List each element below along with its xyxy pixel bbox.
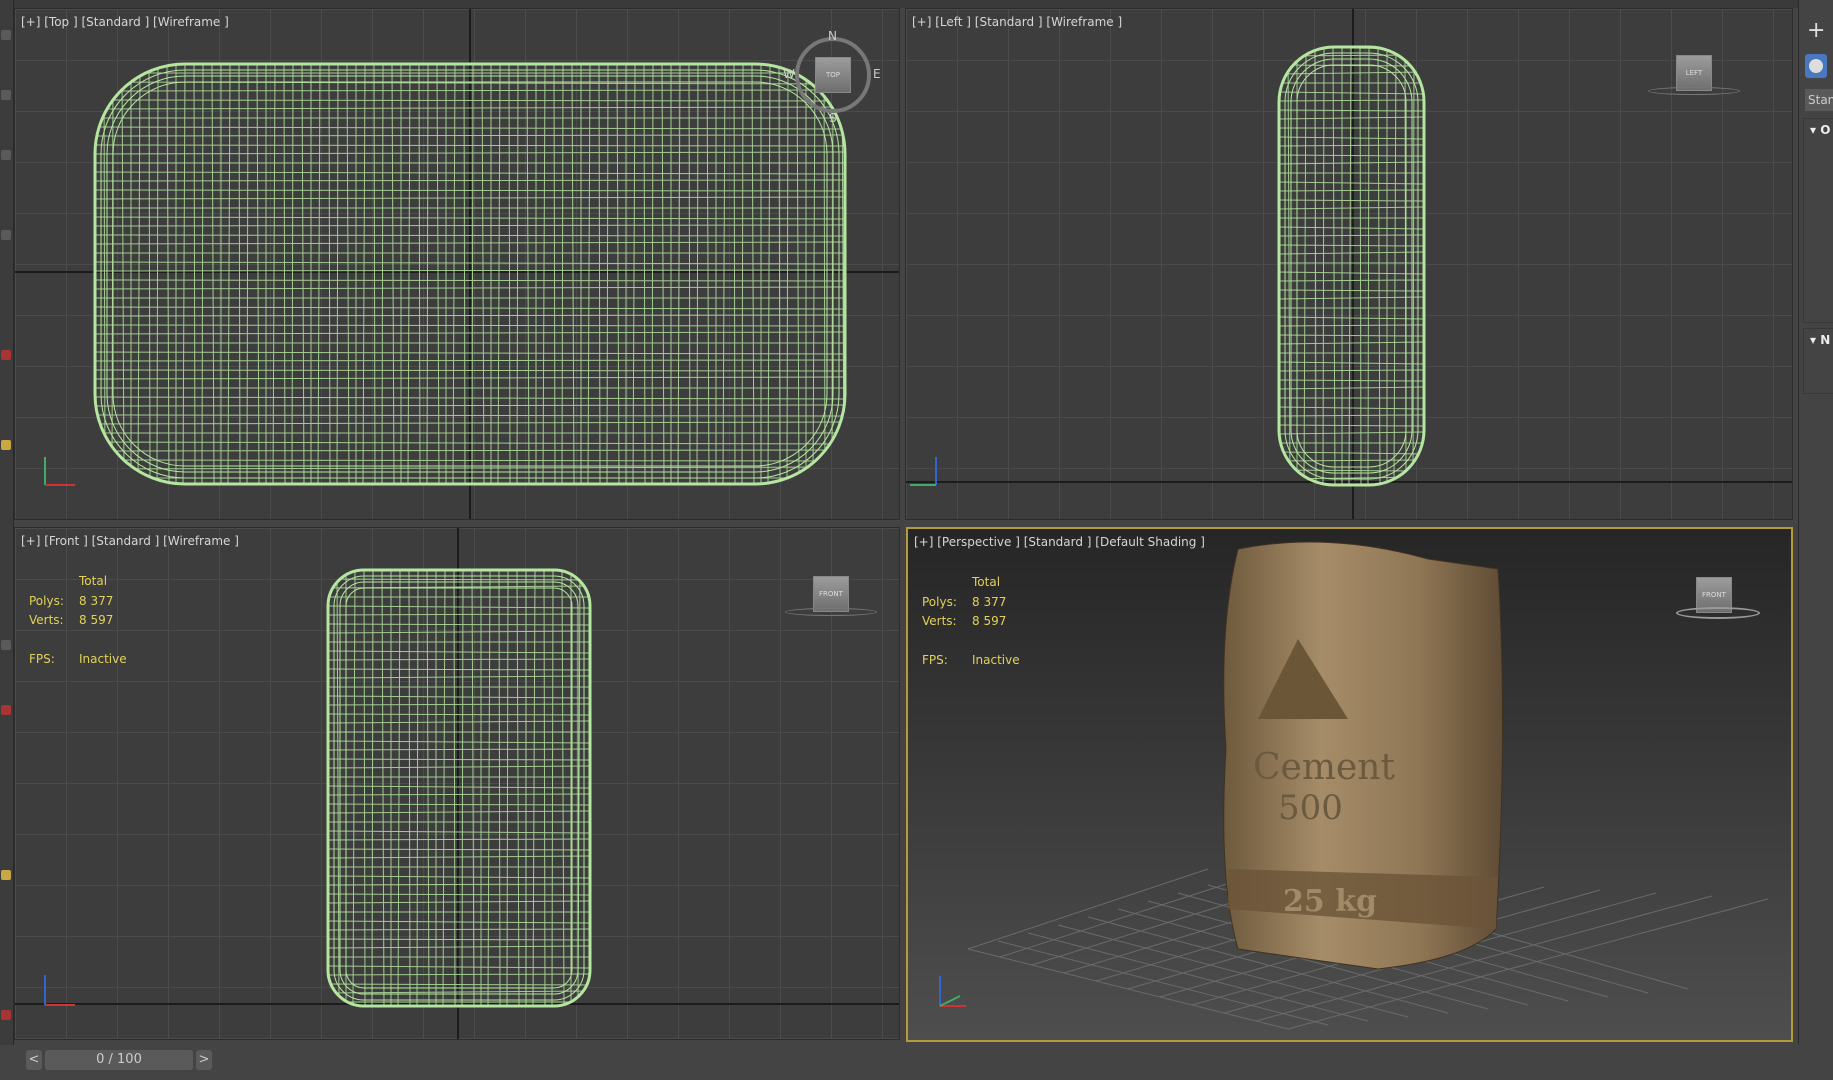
viewport-label[interactable]: [+] [Front ] [Standard ] [Wireframe ] — [21, 534, 239, 548]
rollout-object-type[interactable]: ▾ O — [1803, 118, 1833, 323]
rollout-title: N — [1820, 333, 1831, 347]
perspective-scene[interactable]: Cement 500 25 kg — [908, 529, 1793, 1042]
axis-gizmo-icon — [44, 975, 75, 1006]
prev-frame-button[interactable]: < — [26, 1050, 42, 1070]
compass-north: N — [828, 29, 837, 43]
polys-value: 8 377 — [972, 594, 1007, 609]
texture-text: 25 kg — [1283, 884, 1377, 919]
viewcube-face[interactable]: FRONT — [813, 576, 849, 612]
polys-label: Polys: — [29, 593, 64, 608]
viewcube[interactable]: LEFT — [1648, 55, 1740, 95]
viewport-top[interactable]: [+] [Top ] [Standard ] [Wireframe ] TOP … — [14, 8, 900, 520]
time-slider[interactable]: 0 / 100 — [45, 1050, 193, 1070]
compass-east: E — [873, 67, 881, 81]
tool-button[interactable] — [1, 150, 11, 160]
next-frame-button[interactable]: > — [196, 1050, 212, 1070]
polys-value: 8 377 — [79, 593, 114, 608]
stats-header: Total — [972, 575, 1001, 589]
tool-button[interactable] — [1, 230, 11, 240]
viewcube[interactable]: FRONT — [785, 576, 877, 616]
compass-west: W — [783, 67, 795, 81]
stats-overlay: Total Polys: 8 377 Verts: 8 597 FPS: Inacti… — [29, 572, 127, 669]
tool-button[interactable] — [1, 870, 11, 880]
top-strip — [14, 0, 1798, 8]
compass-south: S — [829, 111, 837, 125]
verts-label: Verts: — [922, 614, 957, 628]
texture-text: Cement — [1253, 747, 1395, 788]
create-tab-icon[interactable]: + — [1807, 20, 1825, 42]
tool-button[interactable] — [1, 350, 11, 360]
fps-value: Inactive — [79, 651, 127, 666]
viewport-left[interactable]: [+] [Left ] [Standard ] [Wireframe ] LEF… — [905, 8, 1793, 520]
wireframe-object[interactable] — [15, 9, 900, 520]
geometry-button[interactable] — [1805, 54, 1827, 78]
viewport-label[interactable]: [+] [Left ] [Standard ] [Wireframe ] — [912, 15, 1122, 29]
tool-button[interactable] — [1, 90, 11, 100]
viewport-label[interactable]: [+] [Top ] [Standard ] [Wireframe ] — [21, 15, 229, 29]
viewcube[interactable]: FRONT — [1676, 577, 1760, 619]
viewcube-face[interactable]: TOP — [815, 57, 851, 93]
axis-gizmo-icon — [44, 457, 75, 486]
polys-label: Polys: — [922, 594, 957, 609]
viewport-label[interactable]: [+] [Perspective ] [Standard ] [Default … — [914, 535, 1205, 549]
tool-button[interactable] — [1, 440, 11, 450]
fps-value: Inactive — [972, 652, 1020, 667]
axis-gizmo-icon — [910, 457, 937, 486]
viewport-perspective[interactable]: [+] [Perspective ] [Standard ] [Default … — [906, 527, 1793, 1042]
stats-header: Total — [79, 574, 108, 588]
viewcube-face[interactable]: LEFT — [1676, 55, 1712, 91]
timeline: < 0 / 100 > — [14, 1042, 1798, 1080]
left-toolbar — [0, 0, 14, 1045]
category-dropdown[interactable]: Stan — [1805, 89, 1833, 111]
fps-label: FPS: — [922, 652, 948, 667]
tool-button[interactable] — [1, 30, 11, 40]
viewcube[interactable]: TOP N S E W — [783, 29, 881, 125]
rollout-name-color[interactable]: ▾ N — [1803, 328, 1833, 394]
rollout-title: O — [1820, 123, 1831, 137]
verts-value: 8 597 — [79, 613, 114, 627]
command-panel: + Stan ▾ O ▾ N — [1798, 0, 1833, 1045]
wireframe-object[interactable] — [906, 9, 1793, 520]
axis-gizmo-icon — [939, 976, 966, 1007]
fps-label: FPS: — [29, 651, 55, 666]
texture-text: 500 — [1278, 788, 1343, 828]
tool-button[interactable] — [1, 705, 11, 715]
tool-button[interactable] — [1, 1010, 11, 1020]
tool-button[interactable] — [1, 640, 11, 650]
wireframe-object[interactable] — [15, 528, 900, 1040]
verts-value: 8 597 — [972, 614, 1007, 628]
stats-overlay: Total Polys: 8 377 Verts: 8 597 FPS: Inacti… — [922, 573, 1020, 670]
viewport-front[interactable]: [+] [Front ] [Standard ] [Wireframe ] To… — [14, 527, 900, 1040]
verts-label: Verts: — [29, 613, 64, 627]
